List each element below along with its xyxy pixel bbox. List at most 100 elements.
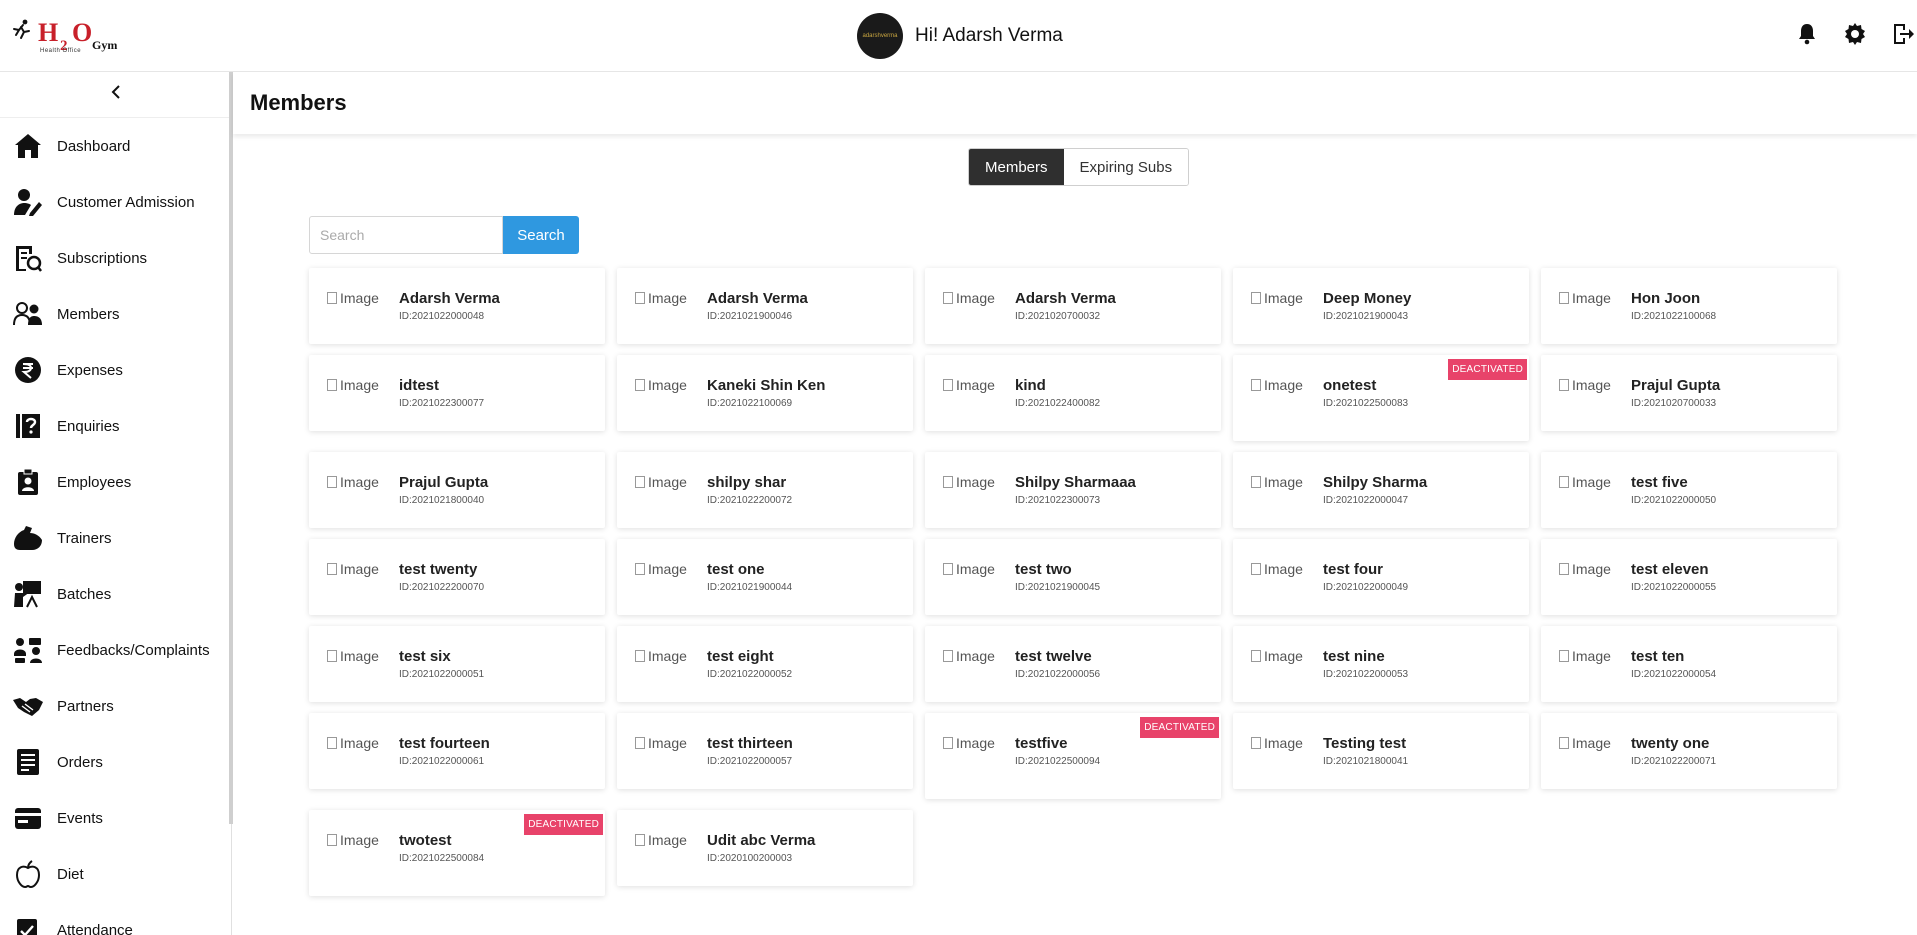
- member-card[interactable]: Image test twenty ID:2021022200070: [309, 539, 605, 615]
- member-photo: Image: [943, 561, 995, 577]
- sidebar-item-label: Subscriptions: [57, 249, 148, 267]
- handshake-icon: [12, 690, 44, 722]
- sidebar-item-events[interactable]: Events: [0, 790, 231, 846]
- sidebar-item-orders[interactable]: Orders: [0, 734, 231, 790]
- member-name: Adarsh Verma: [1015, 290, 1116, 307]
- badge-icon: [12, 466, 44, 498]
- member-card[interactable]: Image Adarsh Verma ID:2021021900046: [617, 268, 913, 344]
- member-card[interactable]: Image test nine ID:2021022000053: [1233, 626, 1529, 702]
- broken-image-icon: [943, 476, 953, 488]
- member-card[interactable]: Image idtest ID:2021022300077: [309, 355, 605, 431]
- image-alt-text: Image: [1572, 377, 1611, 393]
- search-input[interactable]: [309, 216, 503, 254]
- sidebar: Dashboard Customer Admission Subscriptions…: [0, 72, 232, 935]
- image-alt-text: Image: [340, 290, 379, 306]
- image-alt-text: Image: [340, 735, 379, 751]
- sidebar-item-customer-admission[interactable]: Customer Admission: [0, 174, 231, 230]
- broken-image-icon: [1559, 563, 1569, 575]
- sidebar-item-dashboard[interactable]: Dashboard: [0, 118, 231, 174]
- member-id: ID:2021020700033: [1631, 398, 1717, 409]
- member-name: Adarsh Verma: [707, 290, 808, 307]
- member-photo: Image: [1559, 735, 1611, 751]
- tab-expiring-subs[interactable]: Expiring Subs: [1063, 149, 1189, 185]
- member-card[interactable]: Image test eleven ID:2021022000055: [1541, 539, 1837, 615]
- member-card[interactable]: Image twotest ID:2021022500084 DEACTIVATED: [309, 810, 605, 896]
- member-card[interactable]: Image test four ID:2021022000049: [1233, 539, 1529, 615]
- top-header: H 2 O Gym Health Office adarshverma Hi! …: [0, 0, 1917, 72]
- member-card[interactable]: Image shilpy shar ID:2021022200072: [617, 452, 913, 528]
- gym-logo[interactable]: H 2 O Gym Health Office: [10, 16, 120, 56]
- member-card[interactable]: Image Hon Joon ID:2021022100068: [1541, 268, 1837, 344]
- member-card[interactable]: Image test one ID:2021021900044: [617, 539, 913, 615]
- member-card[interactable]: Image Kaneki Shin Ken ID:2021022100069: [617, 355, 913, 431]
- member-card[interactable]: Image Prajul Gupta ID:2021021800040: [309, 452, 605, 528]
- member-card[interactable]: Image Shilpy Sharmaaa ID:2021022300073: [925, 452, 1221, 528]
- image-alt-text: Image: [1572, 474, 1611, 490]
- broken-image-icon: [1251, 563, 1261, 575]
- member-id: ID:2021022000053: [1323, 669, 1409, 680]
- member-card[interactable]: Image kind ID:2021022400082: [925, 355, 1221, 431]
- home-icon: [12, 130, 44, 162]
- sidebar-item-label: Events: [57, 809, 103, 827]
- member-photo: Image: [1251, 290, 1303, 306]
- member-photo: Image: [1559, 290, 1611, 306]
- member-card[interactable]: Image Adarsh Verma ID:2021022000048: [309, 268, 605, 344]
- broken-image-icon: [327, 737, 337, 749]
- sidebar-item-expenses[interactable]: Expenses: [0, 342, 231, 398]
- image-alt-text: Image: [340, 377, 379, 393]
- member-card[interactable]: Image Prajul Gupta ID:2021020700033: [1541, 355, 1837, 431]
- member-card[interactable]: Image Shilpy Sharma ID:2021022000047: [1233, 452, 1529, 528]
- member-card[interactable]: Image Udit abc Verma ID:2020100200003: [617, 810, 913, 886]
- sidebar-item-feedbacks-complaints[interactable]: Feedbacks/Complaints: [0, 622, 231, 678]
- member-photo: Image: [943, 735, 995, 751]
- logout-icon[interactable]: [1889, 20, 1917, 48]
- member-photo: Image: [1251, 648, 1303, 664]
- broken-image-icon: [1251, 292, 1261, 304]
- member-id: ID:2021022200070: [399, 582, 485, 593]
- member-card[interactable]: Image Deep Money ID:2021021900043: [1233, 268, 1529, 344]
- sidebar-item-enquiries[interactable]: Enquiries: [0, 398, 231, 454]
- member-card[interactable]: Image test eight ID:2021022000052: [617, 626, 913, 702]
- member-card[interactable]: Image onetest ID:2021022500083 DEACTIVATED: [1233, 355, 1529, 441]
- page-title: Members: [250, 90, 347, 115]
- sidebar-item-label: Members: [57, 305, 120, 323]
- member-card[interactable]: Image test five ID:2021022000050: [1541, 452, 1837, 528]
- member-card[interactable]: Image Testing test ID:2021021800041: [1233, 713, 1529, 789]
- tab-members[interactable]: Members: [969, 149, 1064, 185]
- member-card[interactable]: Image test twelve ID:2021022000056: [925, 626, 1221, 702]
- collapse-sidebar-button[interactable]: [0, 72, 231, 118]
- sidebar-item-members[interactable]: Members: [0, 286, 231, 342]
- sidebar-nav: Dashboard Customer Admission Subscriptions…: [0, 118, 231, 935]
- member-photo: Image: [327, 290, 379, 306]
- sidebar-item-subscriptions[interactable]: Subscriptions: [0, 230, 231, 286]
- sidebar-scrollbar[interactable]: [229, 72, 233, 824]
- gear-icon[interactable]: [1841, 20, 1869, 48]
- broken-image-icon: [327, 834, 337, 846]
- sidebar-item-employees[interactable]: Employees: [0, 454, 231, 510]
- member-card[interactable]: Image test six ID:2021022000051: [309, 626, 605, 702]
- sidebar-item-attendance[interactable]: Attendance: [0, 902, 231, 935]
- sidebar-item-batches[interactable]: Batches: [0, 566, 231, 622]
- subscriptions-icon: [12, 242, 44, 274]
- sidebar-item-trainers[interactable]: Trainers: [0, 510, 231, 566]
- broken-image-icon: [943, 563, 953, 575]
- image-alt-text: Image: [1264, 377, 1303, 393]
- member-card[interactable]: Image twenty one ID:2021022200071: [1541, 713, 1837, 789]
- member-card[interactable]: Image test fourteen ID:2021022000061: [309, 713, 605, 789]
- search-button[interactable]: Search: [503, 216, 579, 254]
- sidebar-item-diet[interactable]: Diet: [0, 846, 231, 902]
- orders-icon: [12, 746, 44, 778]
- member-card[interactable]: Image Adarsh Verma ID:2021020700032: [925, 268, 1221, 344]
- member-card[interactable]: Image test thirteen ID:2021022000057: [617, 713, 913, 789]
- member-id: ID:2021022100068: [1631, 311, 1717, 322]
- image-alt-text: Image: [1264, 474, 1303, 490]
- sidebar-item-partners[interactable]: Partners: [0, 678, 231, 734]
- member-card[interactable]: Image test two ID:2021021900045: [925, 539, 1221, 615]
- broken-image-icon: [1559, 379, 1569, 391]
- member-card[interactable]: Image test ten ID:2021022000054: [1541, 626, 1837, 702]
- member-id: ID:2021022000054: [1631, 669, 1717, 680]
- image-alt-text: Image: [648, 735, 687, 751]
- bell-icon[interactable]: [1793, 20, 1821, 48]
- avatar[interactable]: adarshverma: [857, 13, 903, 59]
- member-card[interactable]: Image testfive ID:2021022500094 DEACTIVATED: [925, 713, 1221, 799]
